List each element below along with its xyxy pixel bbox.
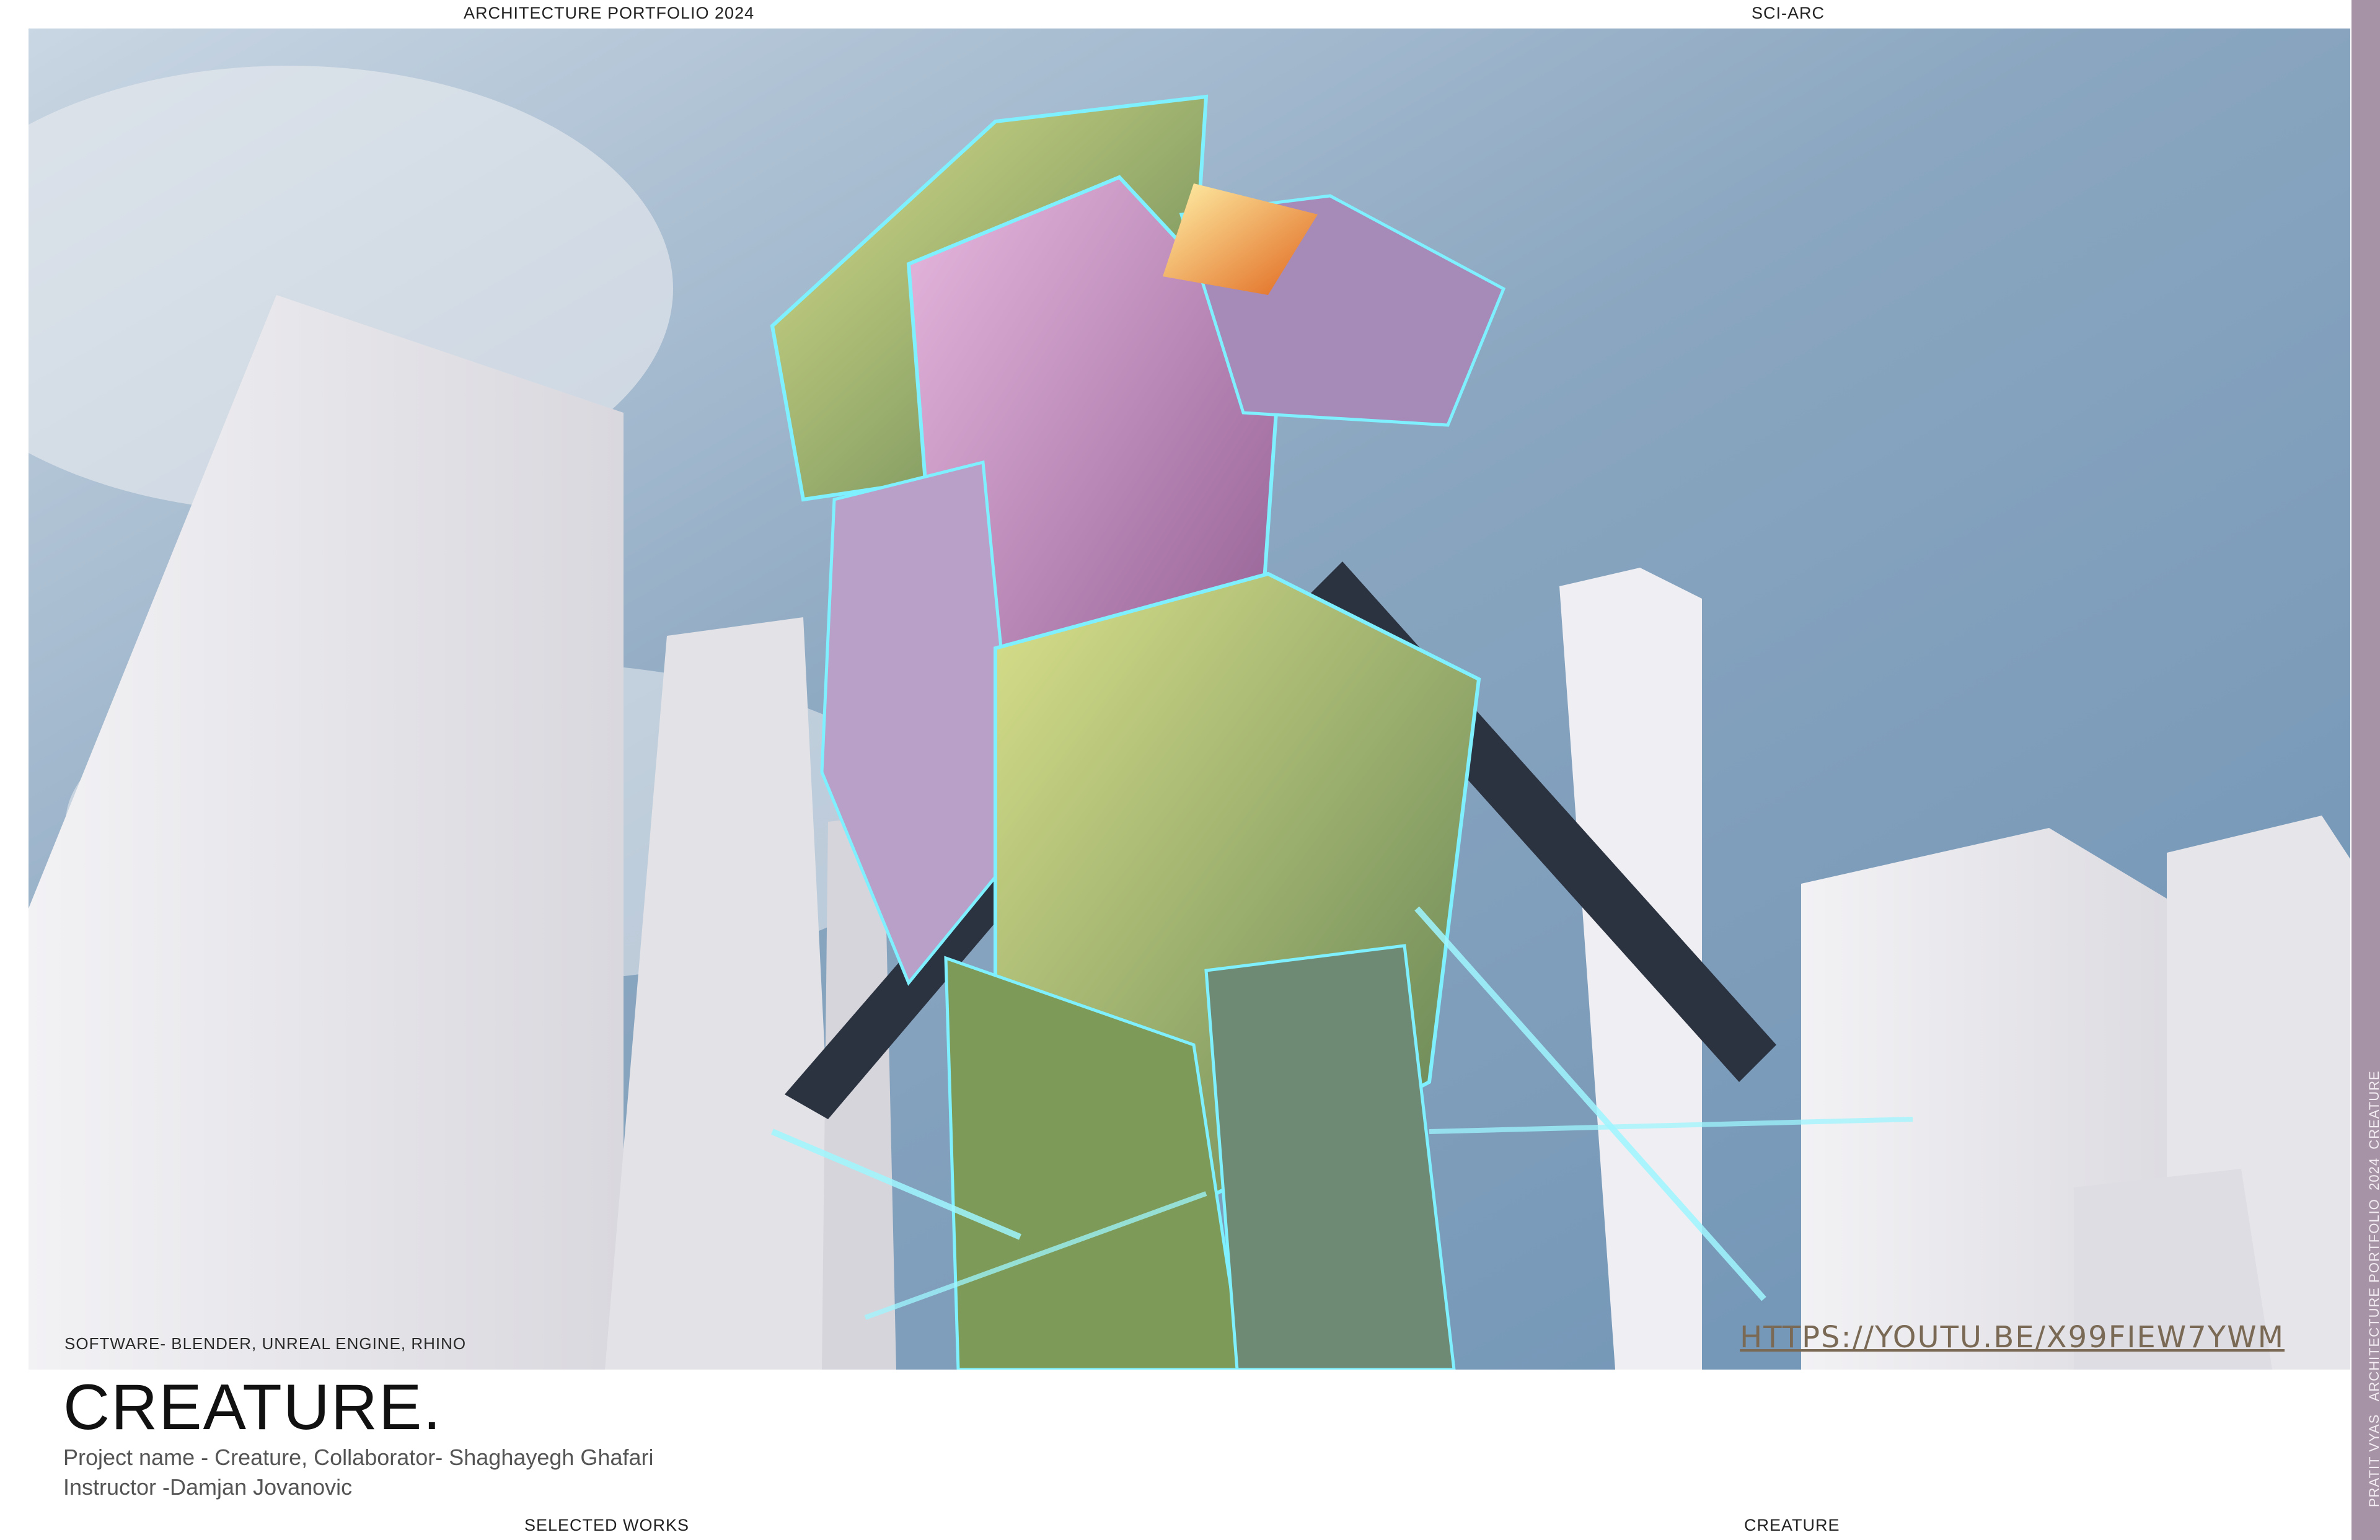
project-line: Project name - Creature, Collaborator- S…: [63, 1445, 654, 1470]
footer-project: CREATURE: [1744, 1516, 1840, 1534]
software-credit: SOFTWARE- BLENDER, UNREAL ENGINE, RHINO: [64, 1334, 467, 1353]
video-link[interactable]: HTTPS://YOUTU.BE/X99FIEW7YWM: [1740, 1320, 2285, 1355]
render-illustration: [29, 29, 2350, 1370]
header-portfolio-title: ARCHITECTURE PORTFOLIO 2024: [464, 4, 755, 22]
project-credits: Project name - Creature, Collaborator- S…: [63, 1443, 654, 1502]
instructor-line: Instructor -Damjan Jovanovic: [63, 1474, 353, 1500]
side-label: PRATIT VYAS _ARCHITECTURE PORTFOLIO_2024…: [2366, 1070, 2380, 1507]
project-title: CREATURE.: [63, 1371, 443, 1443]
footer-section: SELECTED WORKS: [524, 1516, 690, 1534]
hero-render-image: SOFTWARE- BLENDER, UNREAL ENGINE, RHINO …: [29, 29, 2350, 1370]
header-school: SCI-ARC: [1752, 4, 1825, 22]
